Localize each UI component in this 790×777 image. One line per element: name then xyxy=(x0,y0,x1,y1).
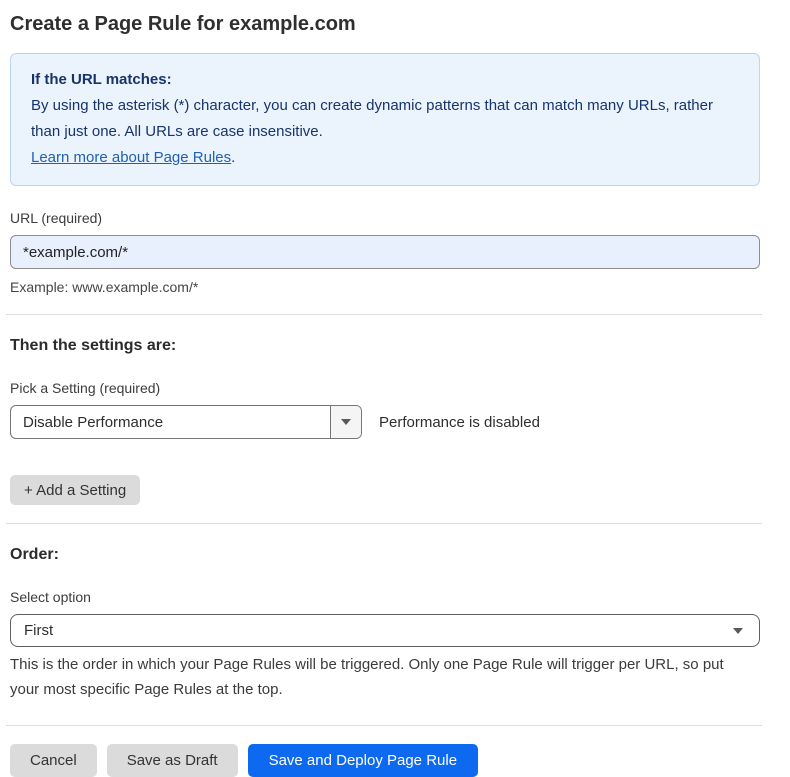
save-and-deploy-button[interactable]: Save and Deploy Page Rule xyxy=(248,744,478,777)
setting-status-text: Performance is disabled xyxy=(379,414,540,431)
page-title: Create a Page Rule for example.com xyxy=(10,12,760,37)
order-help-text: This is the order in which your Page Rul… xyxy=(10,652,755,702)
footer-actions: Cancel Save as Draft Save and Deploy Pag… xyxy=(10,744,760,777)
link-period: . xyxy=(231,149,235,166)
cancel-button[interactable]: Cancel xyxy=(10,744,97,777)
settings-heading: Then the settings are: xyxy=(10,336,760,356)
setting-select[interactable]: Disable Performance xyxy=(10,405,362,439)
divider xyxy=(6,314,762,315)
url-label: URL (required) xyxy=(10,209,760,227)
setting-select-value: Disable Performance xyxy=(11,406,330,438)
save-as-draft-button[interactable]: Save as Draft xyxy=(107,744,238,777)
order-select-value: First xyxy=(24,622,53,639)
chevron-down-icon xyxy=(341,419,351,425)
page-rule-form: Create a Page Rule for example.com If th… xyxy=(0,0,790,777)
url-match-info-box: If the URL matches: By using the asteris… xyxy=(10,53,760,186)
add-setting-button[interactable]: + Add a Setting xyxy=(10,475,140,505)
setting-row: Disable Performance Performance is disab… xyxy=(10,405,760,439)
divider xyxy=(6,523,762,524)
info-box-body: By using the asterisk (*) character, you… xyxy=(31,93,739,171)
divider xyxy=(6,725,762,726)
order-heading: Order: xyxy=(10,545,760,565)
pick-setting-label: Pick a Setting (required) xyxy=(10,379,760,397)
chevron-down-icon xyxy=(733,628,743,634)
setting-select-arrow-button[interactable] xyxy=(330,406,361,438)
order-select[interactable]: First xyxy=(10,614,760,647)
url-input[interactable] xyxy=(10,235,760,269)
learn-more-link[interactable]: Learn more about Page Rules xyxy=(31,149,231,166)
order-select-label: Select option xyxy=(10,588,760,606)
url-example-text: Example: www.example.com/* xyxy=(10,278,760,296)
info-box-heading: If the URL matches: xyxy=(31,67,739,93)
info-box-body-text: By using the asterisk (*) character, you… xyxy=(31,97,713,140)
